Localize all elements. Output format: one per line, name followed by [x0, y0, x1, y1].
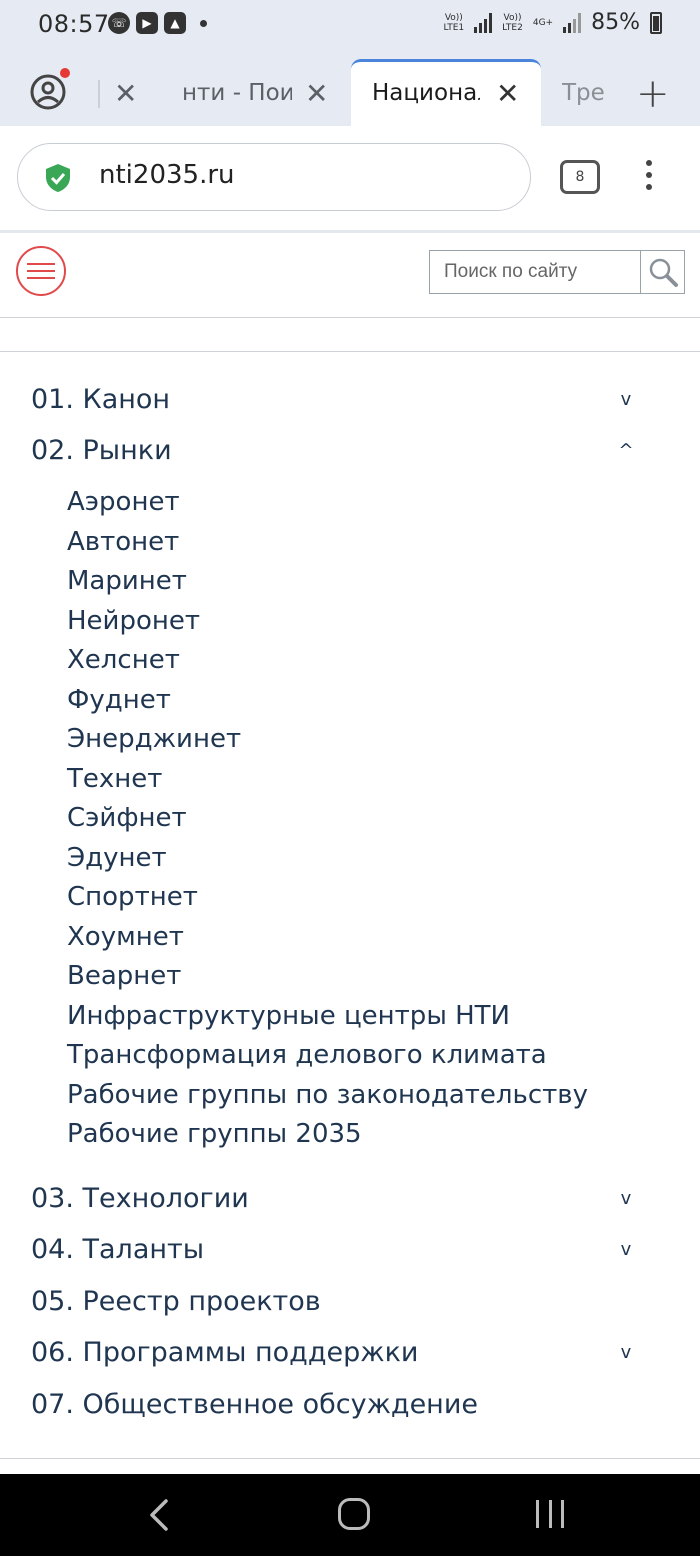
submenu-item-tehnet[interactable]: Технет: [67, 764, 162, 794]
close-tab-1-icon[interactable]: ✕: [114, 80, 137, 108]
submenu-item-enerdzhinet[interactable]: Энерджинет: [67, 724, 241, 754]
submenu-item-vearnet[interactable]: Веарнет: [67, 961, 181, 991]
active-tab-title[interactable]: Национал: [372, 80, 480, 106]
header-divider: [0, 317, 700, 318]
submenu-item-avtonet[interactable]: Автонет: [67, 527, 179, 557]
submenu-item-helsnet[interactable]: Хелснет: [67, 645, 180, 675]
search-icon: [649, 258, 678, 287]
menu-item-kanon[interactable]: 01. Канон: [31, 384, 170, 415]
hamburger-menu-button[interactable]: [16, 246, 66, 296]
toolbar-divider: [0, 230, 700, 233]
back-icon[interactable]: [146, 1497, 172, 1533]
status-time: 08:57: [38, 10, 110, 38]
secure-shield-icon[interactable]: [44, 163, 72, 193]
sim1-label: Vo)) LTE1: [443, 12, 465, 33]
tab-2-title[interactable]: нти - Пои: [182, 80, 292, 106]
status-system-icons: Vo)) LTE1 Vo)) LTE2 4G+ 85%: [443, 10, 662, 35]
submenu-item-legislation-groups[interactable]: Рабочие группы по законодательству: [67, 1080, 588, 1110]
gallery-icon: ▲: [164, 12, 186, 34]
close-tab-2-icon[interactable]: ✕: [305, 80, 328, 108]
chevron-down-icon[interactable]: v: [616, 389, 636, 410]
submenu-item-neironet[interactable]: Нейронет: [67, 606, 200, 636]
battery-icon: [650, 11, 662, 34]
more-menu-icon[interactable]: [646, 160, 656, 196]
submenu-item-edunet[interactable]: Эдунет: [67, 843, 167, 873]
chevron-down-icon[interactable]: v: [616, 1239, 636, 1260]
signal1-icon: [474, 12, 493, 33]
chevron-up-icon[interactable]: ^: [616, 440, 636, 461]
home-icon[interactable]: [338, 1498, 370, 1530]
battery-percent: 85%: [591, 10, 640, 35]
site-search-input[interactable]: [429, 250, 641, 294]
chevron-down-icon[interactable]: v: [616, 1342, 636, 1363]
submenu-item-business-climate[interactable]: Трансформация делового климата: [67, 1040, 547, 1070]
submenu-item-working-groups-2035[interactable]: Рабочие группы 2035: [67, 1119, 362, 1149]
tab-switcher-button[interactable]: 8: [560, 160, 600, 194]
signal2-icon: [563, 12, 582, 33]
tab-divider: [98, 80, 100, 108]
url-text[interactable]: nti2035.ru: [99, 160, 235, 190]
menu-bottom-divider: [0, 1458, 700, 1459]
chevron-down-icon[interactable]: v: [616, 1188, 636, 1209]
more-notifications-dot-icon: [200, 19, 207, 27]
recent-apps-icon[interactable]: [536, 1500, 564, 1528]
menu-item-rynki[interactable]: 02. Рынки: [31, 435, 172, 466]
account-icon[interactable]: [28, 72, 68, 112]
submenu-item-sportnet[interactable]: Спортнет: [67, 882, 198, 912]
menu-item-project-registry[interactable]: 05. Реестр проектов: [31, 1286, 321, 1317]
tab-4-title[interactable]: Тре: [562, 80, 604, 106]
submenu-item-infrastructure-centers[interactable]: Инфраструктурные центры НТИ: [67, 1001, 510, 1031]
submenu-item-marinet[interactable]: Маринет: [67, 566, 187, 596]
status-notification-icons: ☏ ▶ ▲: [108, 12, 207, 34]
notification-dot-icon: [60, 68, 70, 78]
viber-icon: ☏: [108, 12, 130, 34]
submenu-item-houmnet[interactable]: Хоумнет: [67, 922, 184, 952]
menu-item-public-discussion[interactable]: 07. Общественное обсуждение: [31, 1389, 478, 1420]
youtube-icon: ▶: [136, 12, 158, 34]
network-type: 4G+: [532, 17, 554, 28]
menu-top-divider: [0, 351, 700, 352]
url-bar[interactable]: [17, 143, 531, 211]
submenu-item-aeronet[interactable]: Аэронет: [67, 487, 180, 517]
search-button[interactable]: [640, 250, 685, 294]
submenu-item-seifnet[interactable]: Сэйфнет: [67, 803, 187, 833]
menu-item-support-programs[interactable]: 06. Программы поддержки: [31, 1337, 418, 1368]
menu-item-talanty[interactable]: 04. Таланты: [31, 1234, 204, 1265]
close-active-tab-icon[interactable]: ✕: [496, 80, 519, 108]
menu-item-tehnologii[interactable]: 03. Технологии: [31, 1183, 249, 1214]
submenu-item-fudnet[interactable]: Фуднет: [67, 685, 171, 715]
sim2-label: Vo)) LTE2: [502, 12, 523, 33]
new-tab-plus-icon[interactable]: +: [636, 74, 670, 114]
